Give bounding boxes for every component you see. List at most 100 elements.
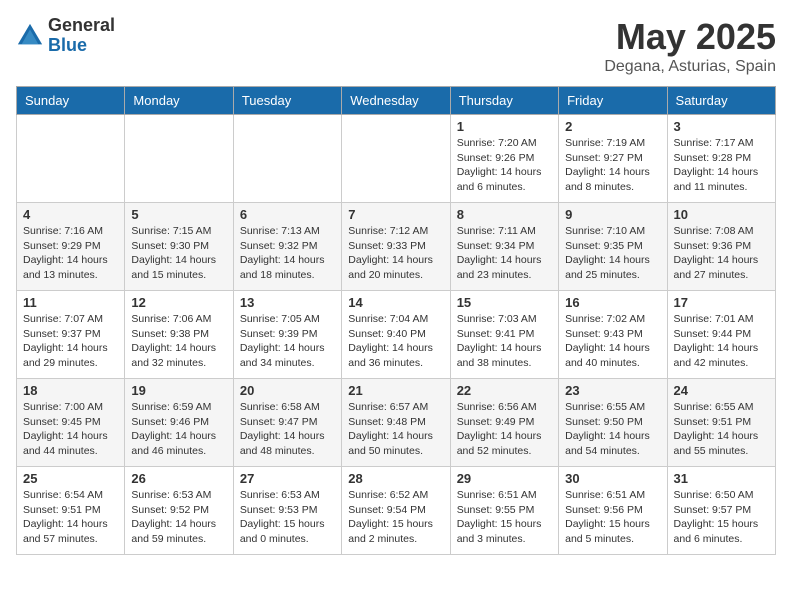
calendar-cell [17, 115, 125, 203]
cell-date: 8 [457, 207, 552, 222]
cell-date: 1 [457, 119, 552, 134]
calendar-cell: 2Sunrise: 7:19 AM Sunset: 9:27 PM Daylig… [559, 115, 667, 203]
cell-info: Sunrise: 7:05 AM Sunset: 9:39 PM Dayligh… [240, 312, 335, 371]
cell-date: 16 [565, 295, 660, 310]
calendar-cell: 3Sunrise: 7:17 AM Sunset: 9:28 PM Daylig… [667, 115, 775, 203]
calendar-header-row: SundayMondayTuesdayWednesdayThursdayFrid… [17, 87, 776, 115]
calendar-cell: 4 Sunrise: 7:16 AM Sunset: 9:29 PM Daylig… [17, 203, 125, 291]
title-area: May 2025 Degana, Asturias, Spain [604, 16, 776, 76]
cell-date: 28 [348, 471, 443, 486]
cell-info: Sunrise: 6:50 AM Sunset: 9:57 PM Dayligh… [674, 488, 769, 547]
calendar-cell: 22 Sunrise: 6:56 AM Sunset: 9:49 PM Dayli… [450, 379, 558, 467]
calendar-title: May 2025 [604, 16, 776, 58]
cell-info: Sunrise: 7:06 AM Sunset: 9:38 PM Dayligh… [131, 312, 226, 371]
cell-info: Sunrise: 6:55 AM Sunset: 9:51 PM Dayligh… [674, 400, 769, 459]
cell-date: 15 [457, 295, 552, 310]
day-header-friday: Friday [559, 87, 667, 115]
calendar-cell: 11 Sunrise: 7:07 AM Sunset: 9:37 PM Dayli… [17, 291, 125, 379]
cell-info: Sunrise: 7:10 AM Sunset: 9:35 PM Dayligh… [565, 224, 660, 283]
calendar-cell: 8Sunrise: 7:11 AM Sunset: 9:34 PM Daylig… [450, 203, 558, 291]
cell-date: 18 [23, 383, 118, 398]
day-header-wednesday: Wednesday [342, 87, 450, 115]
cell-info: Sunrise: 6:59 AM Sunset: 9:46 PM Dayligh… [131, 400, 226, 459]
cell-info: Sunrise: 6:51 AM Sunset: 9:56 PM Dayligh… [565, 488, 660, 547]
header: General Blue May 2025 Degana, Asturias, … [16, 16, 776, 76]
cell-info: Sunrise: 6:54 AM Sunset: 9:51 PM Dayligh… [23, 488, 118, 547]
logo-text: General Blue [48, 16, 115, 56]
calendar-cell: 27 Sunrise: 6:53 AM Sunset: 9:53 PM Dayli… [233, 467, 341, 555]
calendar-cell: 10Sunrise: 7:08 AM Sunset: 9:36 PM Dayli… [667, 203, 775, 291]
calendar-cell: 25 Sunrise: 6:54 AM Sunset: 9:51 PM Dayli… [17, 467, 125, 555]
logo-blue-text: Blue [48, 36, 115, 56]
cell-info: Sunrise: 6:51 AM Sunset: 9:55 PM Dayligh… [457, 488, 552, 547]
calendar-cell: 21Sunrise: 6:57 AM Sunset: 9:48 PM Dayli… [342, 379, 450, 467]
cell-info: Sunrise: 6:53 AM Sunset: 9:52 PM Dayligh… [131, 488, 226, 547]
calendar-cell [342, 115, 450, 203]
calendar-cell: 19Sunrise: 6:59 AM Sunset: 9:46 PM Dayli… [125, 379, 233, 467]
cell-date: 31 [674, 471, 769, 486]
cell-date: 2 [565, 119, 660, 134]
calendar-row: 4 Sunrise: 7:16 AM Sunset: 9:29 PM Daylig… [17, 203, 776, 291]
day-header-tuesday: Tuesday [233, 87, 341, 115]
cell-info: Sunrise: 7:12 AM Sunset: 9:33 PM Dayligh… [348, 224, 443, 283]
calendar-cell: 16Sunrise: 7:02 AM Sunset: 9:43 PM Dayli… [559, 291, 667, 379]
cell-date: 17 [674, 295, 769, 310]
cell-date: 30 [565, 471, 660, 486]
calendar-cell: 9 Sunrise: 7:10 AM Sunset: 9:35 PM Daylig… [559, 203, 667, 291]
cell-info: Sunrise: 7:01 AM Sunset: 9:44 PM Dayligh… [674, 312, 769, 371]
cell-info: Sunrise: 6:56 AM Sunset: 9:49 PM Dayligh… [457, 400, 552, 459]
calendar-cell [125, 115, 233, 203]
cell-date: 3 [674, 119, 769, 134]
day-header-monday: Monday [125, 87, 233, 115]
cell-info: Sunrise: 7:04 AM Sunset: 9:40 PM Dayligh… [348, 312, 443, 371]
cell-date: 13 [240, 295, 335, 310]
cell-info: Sunrise: 7:07 AM Sunset: 9:37 PM Dayligh… [23, 312, 118, 371]
calendar-cell: 12 Sunrise: 7:06 AM Sunset: 9:38 PM Dayli… [125, 291, 233, 379]
cell-info: Sunrise: 7:16 AM Sunset: 9:29 PM Dayligh… [23, 224, 118, 283]
cell-info: Sunrise: 7:20 AM Sunset: 9:26 PM Dayligh… [457, 136, 552, 195]
cell-info: Sunrise: 6:55 AM Sunset: 9:50 PM Dayligh… [565, 400, 660, 459]
calendar-cell: 18 Sunrise: 7:00 AM Sunset: 9:45 PM Dayli… [17, 379, 125, 467]
cell-date: 25 [23, 471, 118, 486]
cell-date: 5 [131, 207, 226, 222]
cell-date: 11 [23, 295, 118, 310]
cell-date: 12 [131, 295, 226, 310]
calendar-table: SundayMondayTuesdayWednesdayThursdayFrid… [16, 86, 776, 555]
cell-date: 21 [348, 383, 443, 398]
cell-date: 6 [240, 207, 335, 222]
calendar-cell: 26 Sunrise: 6:53 AM Sunset: 9:52 PM Dayli… [125, 467, 233, 555]
calendar-cell: 24 Sunrise: 6:55 AM Sunset: 9:51 PM Dayli… [667, 379, 775, 467]
cell-date: 9 [565, 207, 660, 222]
calendar-cell: 23 Sunrise: 6:55 AM Sunset: 9:50 PM Dayli… [559, 379, 667, 467]
cell-info: Sunrise: 7:15 AM Sunset: 9:30 PM Dayligh… [131, 224, 226, 283]
calendar-subtitle: Degana, Asturias, Spain [604, 58, 776, 76]
cell-info: Sunrise: 7:00 AM Sunset: 9:45 PM Dayligh… [23, 400, 118, 459]
calendar-cell: 28 Sunrise: 6:52 AM Sunset: 9:54 PM Dayli… [342, 467, 450, 555]
calendar-cell [233, 115, 341, 203]
cell-date: 29 [457, 471, 552, 486]
calendar-row: 11 Sunrise: 7:07 AM Sunset: 9:37 PM Dayli… [17, 291, 776, 379]
cell-date: 7 [348, 207, 443, 222]
cell-info: Sunrise: 7:03 AM Sunset: 9:41 PM Dayligh… [457, 312, 552, 371]
cell-info: Sunrise: 7:13 AM Sunset: 9:32 PM Dayligh… [240, 224, 335, 283]
calendar-row: 1 Sunrise: 7:20 AM Sunset: 9:26 PM Daylig… [17, 115, 776, 203]
cell-date: 23 [565, 383, 660, 398]
cell-info: Sunrise: 6:58 AM Sunset: 9:47 PM Dayligh… [240, 400, 335, 459]
cell-date: 10 [674, 207, 769, 222]
calendar-cell: 6 Sunrise: 7:13 AM Sunset: 9:32 PM Daylig… [233, 203, 341, 291]
cell-date: 26 [131, 471, 226, 486]
cell-date: 27 [240, 471, 335, 486]
calendar-cell: 13 Sunrise: 7:05 AM Sunset: 9:39 PM Dayli… [233, 291, 341, 379]
cell-date: 14 [348, 295, 443, 310]
cell-date: 4 [23, 207, 118, 222]
cell-info: Sunrise: 6:53 AM Sunset: 9:53 PM Dayligh… [240, 488, 335, 547]
cell-info: Sunrise: 6:52 AM Sunset: 9:54 PM Dayligh… [348, 488, 443, 547]
logo-icon [16, 22, 44, 50]
calendar-cell: 14 Sunrise: 7:04 AM Sunset: 9:40 PM Dayli… [342, 291, 450, 379]
cell-date: 20 [240, 383, 335, 398]
calendar-cell: 1 Sunrise: 7:20 AM Sunset: 9:26 PM Daylig… [450, 115, 558, 203]
cell-date: 24 [674, 383, 769, 398]
cell-date: 22 [457, 383, 552, 398]
calendar-cell: 5 Sunrise: 7:15 AM Sunset: 9:30 PM Daylig… [125, 203, 233, 291]
calendar-row: 25 Sunrise: 6:54 AM Sunset: 9:51 PM Dayli… [17, 467, 776, 555]
